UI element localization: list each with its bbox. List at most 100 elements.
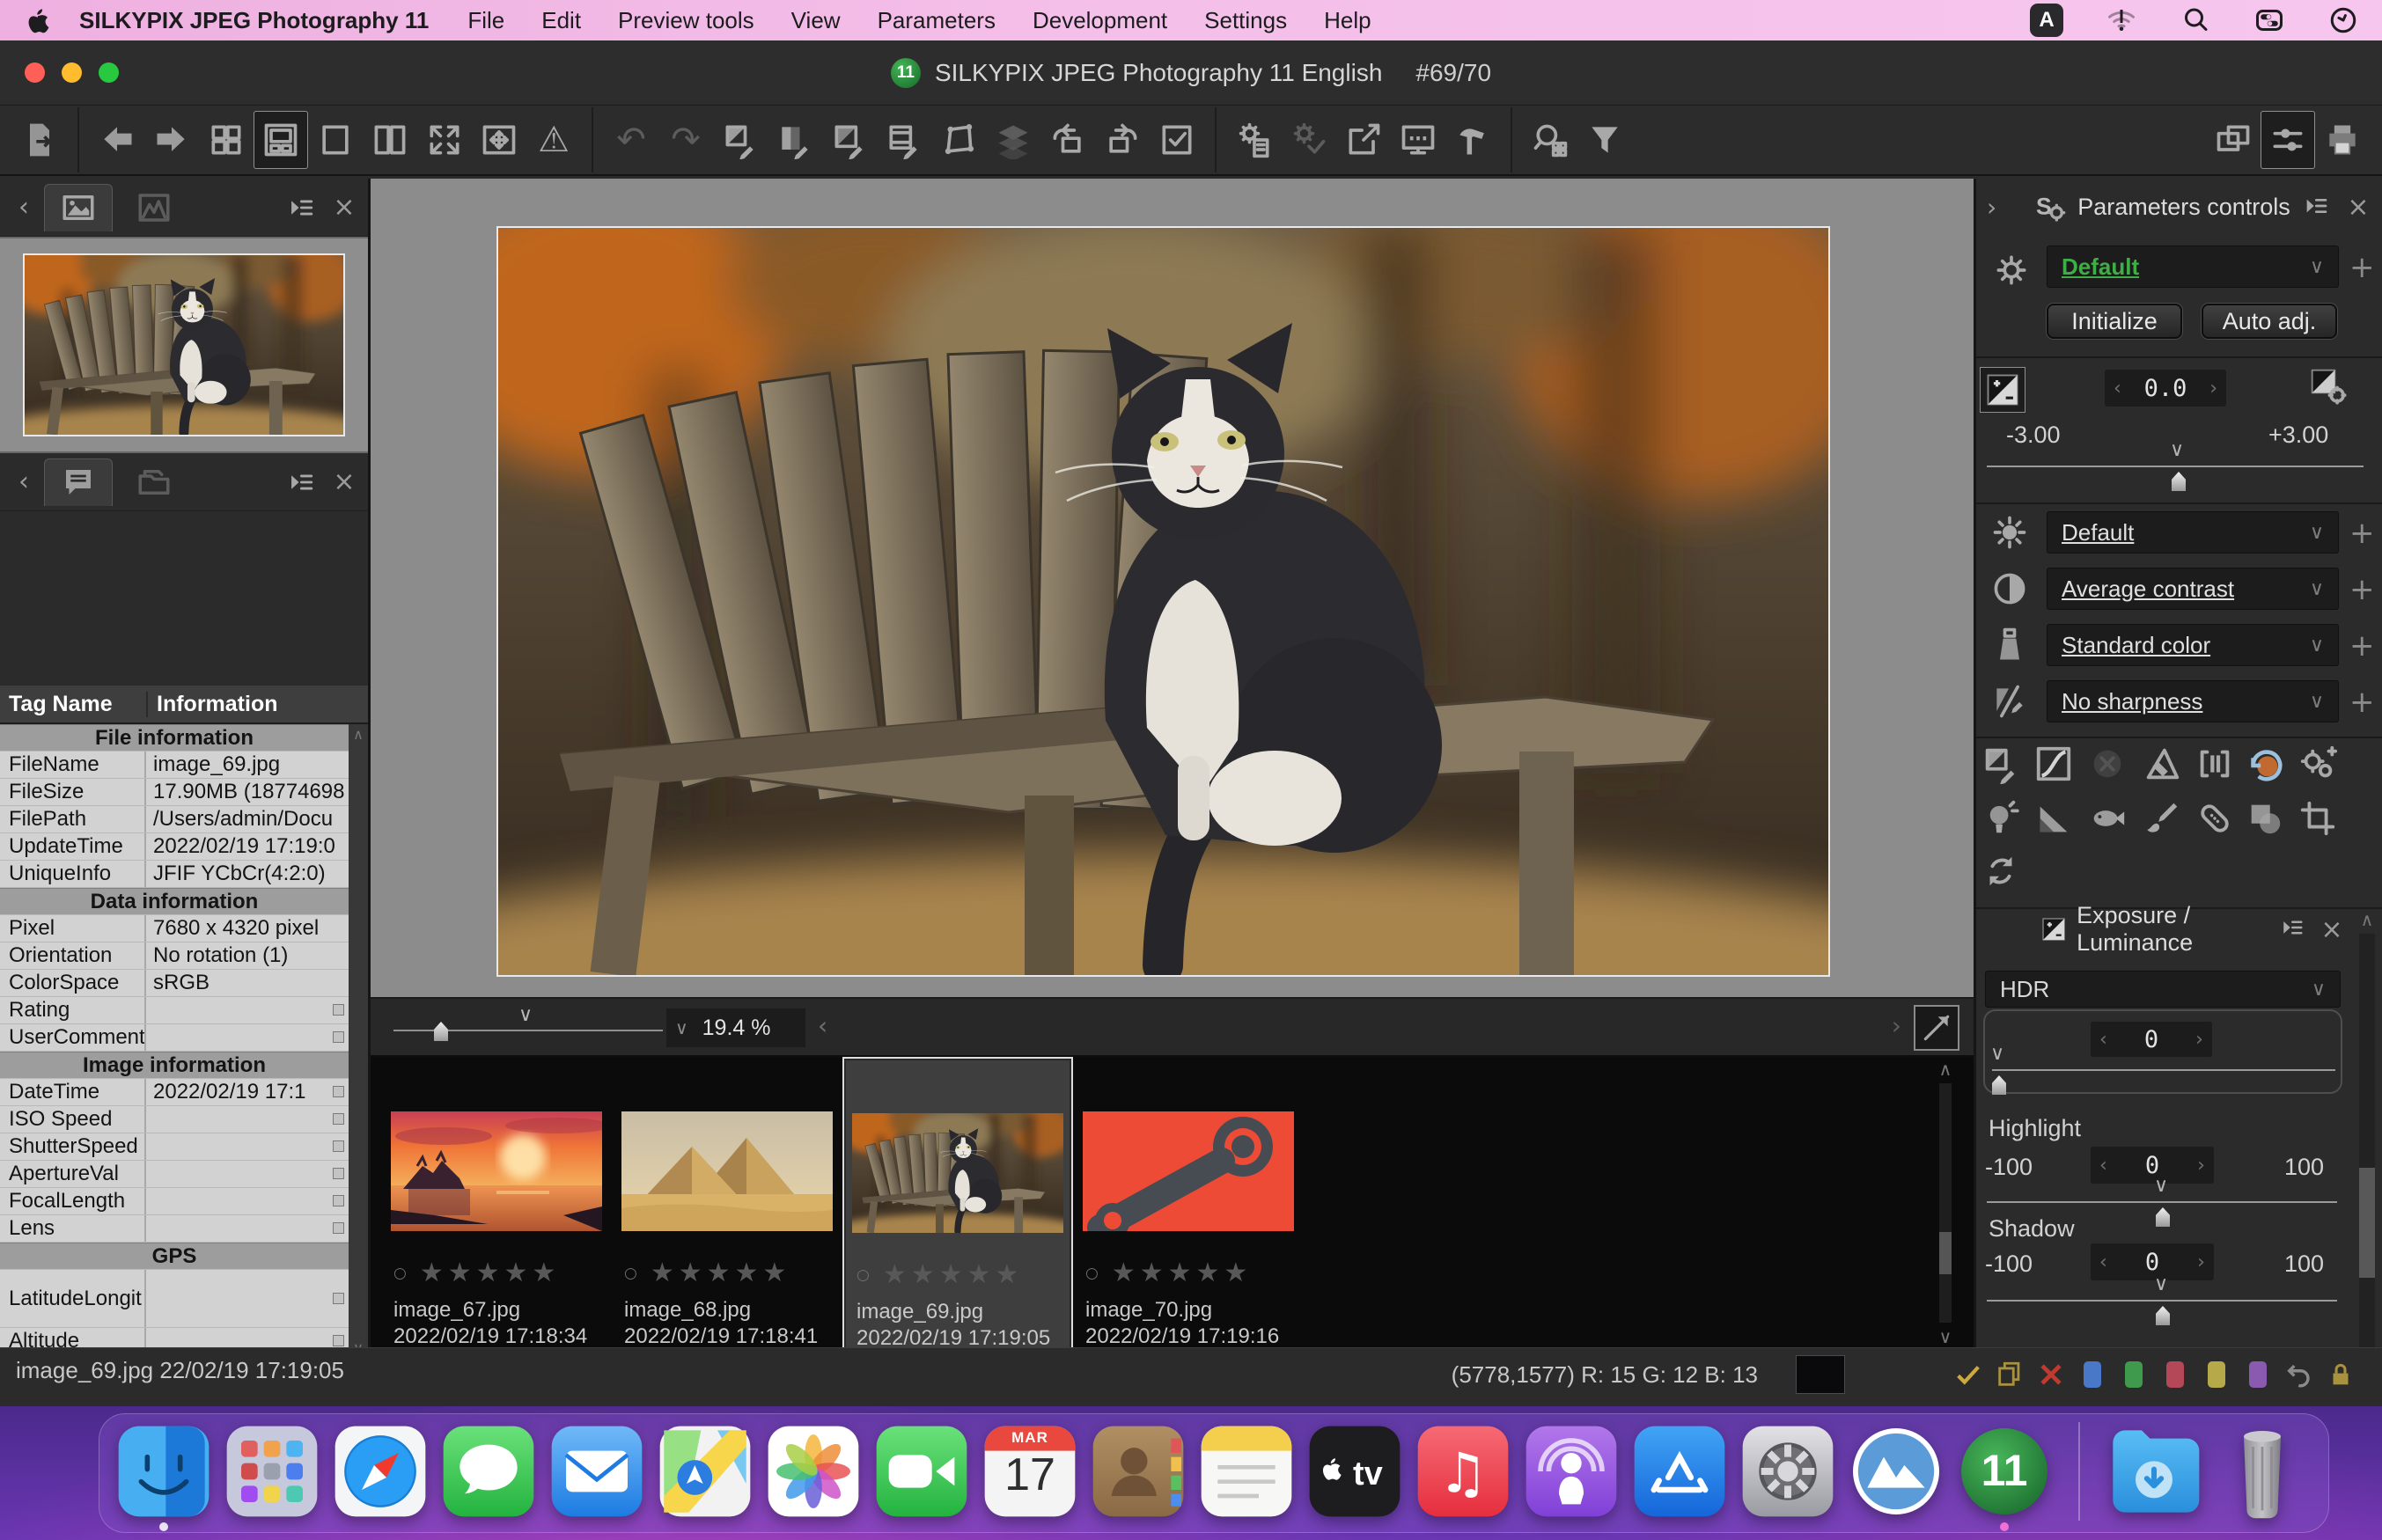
dock-contacts-icon[interactable]: [1089, 1422, 1187, 1521]
table-row[interactable]: OrientationNo rotation (1): [0, 942, 349, 970]
filmstrip-scrollbar[interactable]: ∧∨: [1930, 1059, 1961, 1347]
exposure-slider-handle[interactable]: [2172, 472, 2186, 491]
edit-cell-button[interactable]: [333, 1168, 344, 1179]
rating-stars[interactable]: ○★★★★★: [624, 1258, 842, 1288]
color-icon[interactable]: [1990, 626, 2029, 664]
zoom-value-dropdown[interactable]: ∨ 19.4 %: [666, 1008, 805, 1047]
whitebalance-icon[interactable]: [1990, 513, 2029, 552]
dock-notes-icon[interactable]: [1197, 1422, 1296, 1521]
menu-help[interactable]: Help: [1324, 7, 1371, 34]
dock-photos-icon[interactable]: [764, 1422, 863, 1521]
fit-view-button[interactable]: [472, 111, 526, 169]
exposure-stepper[interactable]: ‹0.0›: [2105, 370, 2226, 407]
tools-button[interactable]: [1445, 111, 1500, 169]
display-settings-button[interactable]: [1391, 111, 1445, 169]
whitebalance-dropdown[interactable]: Default∨: [2047, 511, 2339, 554]
crop-icon[interactable]: [2297, 798, 2338, 839]
table-row[interactable]: DateTime2022/02/19 17:1: [0, 1079, 349, 1106]
taste-dropdown[interactable]: Default∨: [2047, 246, 2339, 288]
apple-menu-icon[interactable]: [23, 5, 53, 35]
edit-cell-button[interactable]: [333, 1031, 344, 1043]
highlight-stepper[interactable]: ‹0›: [2091, 1147, 2214, 1184]
rating-stars[interactable]: ○★★★★★: [856, 1259, 1071, 1290]
hdr-stepper[interactable]: ‹0›: [2091, 1022, 2212, 1057]
edit-cell-button[interactable]: [333, 1222, 344, 1234]
retouch-icon[interactable]: [2195, 798, 2235, 839]
share-button[interactable]: [1336, 111, 1391, 169]
mark-undo-icon[interactable]: [2284, 1360, 2314, 1390]
menubar-app-name[interactable]: SILKYPIX JPEG Photography 11: [79, 7, 429, 34]
dock-downloads-icon[interactable]: [2105, 1422, 2203, 1521]
table-vertical-scrollbar[interactable]: ∧∨: [349, 724, 368, 1358]
zoom-slider-handle[interactable]: [434, 1022, 448, 1041]
ev-auto-icon[interactable]: [2309, 367, 2348, 406]
rotate-left-button[interactable]: [1040, 111, 1095, 169]
color-dropdown[interactable]: Standard color∨: [2047, 624, 2339, 666]
menu-parameters[interactable]: Parameters: [878, 7, 996, 34]
contrast-icon[interactable]: [1990, 569, 2029, 608]
mark-check-button[interactable]: [1150, 111, 1204, 169]
next-image-button[interactable]: [144, 111, 199, 169]
taste-gear-icon[interactable]: [1992, 251, 2031, 290]
close-panel-icon[interactable]: ×: [2345, 192, 2371, 222]
add-whitebalance-icon[interactable]: +: [2349, 518, 2375, 548]
previous-image-button[interactable]: [90, 111, 144, 169]
undo-button[interactable]: ↶: [604, 111, 658, 169]
edit-cell-button[interactable]: [333, 1113, 344, 1125]
mark-reject-icon[interactable]: [2036, 1360, 2066, 1390]
rating-stars[interactable]: ○★★★★★: [1085, 1258, 1304, 1288]
dock-maps-icon[interactable]: [656, 1422, 754, 1521]
table-row[interactable]: Lens: [0, 1215, 349, 1243]
redo-button[interactable]: ↷: [658, 111, 713, 169]
shadow-slider[interactable]: ∨: [1987, 1300, 2337, 1302]
add-color-icon[interactable]: +: [2349, 631, 2375, 661]
preview-area[interactable]: [371, 179, 1974, 997]
shadow-stepper[interactable]: ‹0›: [2091, 1243, 2214, 1280]
mark-purple-icon[interactable]: [2249, 1361, 2267, 1388]
brush-icon[interactable]: [2142, 798, 2182, 839]
panel-scrollbar[interactable]: ∧∨: [2356, 909, 2378, 1384]
dock-silkypix11-icon[interactable]: 11: [1955, 1422, 2054, 1521]
panel-menu-icon[interactable]: [283, 193, 317, 223]
exposure-tool-button[interactable]: [713, 111, 768, 169]
dock-trash-icon[interactable]: [2213, 1422, 2312, 1521]
table-row[interactable]: FocalLength: [0, 1188, 349, 1215]
highlight-slider-handle[interactable]: [2156, 1207, 2170, 1227]
layers-button[interactable]: [986, 111, 1040, 169]
search-button[interactable]: [1523, 111, 1577, 169]
mark-yellow-icon[interactable]: [2208, 1361, 2225, 1388]
thumbnail-image[interactable]: [391, 1111, 602, 1231]
table-row[interactable]: Rating: [0, 997, 349, 1024]
reset-parameters-icon[interactable]: [1981, 851, 2021, 891]
dock-messages-icon[interactable]: [439, 1422, 538, 1521]
thumbnail-image[interactable]: [852, 1113, 1063, 1233]
fullscreen-button[interactable]: [417, 111, 472, 169]
restore-icon[interactable]: [2245, 744, 2285, 784]
panel-menu-icon[interactable]: [2276, 914, 2306, 941]
table-row[interactable]: LatitudeLongit: [0, 1270, 349, 1328]
panel-menu-icon[interactable]: [283, 467, 317, 497]
menu-settings[interactable]: Settings: [1204, 7, 1287, 34]
wifi-off-icon[interactable]: [2106, 4, 2137, 36]
edit-cell-button[interactable]: [333, 1335, 344, 1346]
zoom-slider[interactable]: [393, 1030, 663, 1031]
highlight-slider[interactable]: ∨: [1987, 1201, 2337, 1203]
edit-cell-button[interactable]: [333, 1004, 344, 1016]
whitebalance-tool-button[interactable]: [768, 111, 822, 169]
perspective-tool-button[interactable]: [931, 111, 986, 169]
table-row[interactable]: UserComment: [0, 1024, 349, 1052]
fine-color-icon[interactable]: [2142, 744, 2182, 784]
menu-view[interactable]: View: [791, 7, 841, 34]
spotlight-search-icon[interactable]: [2180, 4, 2211, 36]
table-row[interactable]: Pixel7680 x 4320 pixel: [0, 915, 349, 942]
menu-development[interactable]: Development: [1033, 7, 1167, 34]
exposure-bias-button[interactable]: [1980, 367, 2025, 413]
filmstrip-item[interactable]: ○★★★★★image_69.jpg2022/02/19 17:19:05: [842, 1057, 1073, 1388]
mark-blue-icon[interactable]: [2084, 1361, 2101, 1388]
panels-layout-button[interactable]: [2206, 111, 2261, 169]
tab-thumbnail-preview[interactable]: [44, 184, 113, 231]
print-button[interactable]: [2315, 111, 2370, 169]
filmstrip-item[interactable]: ○★★★★★image_68.jpg2022/02/19 17:18:41: [612, 1057, 842, 1388]
mark-check-icon[interactable]: [1953, 1360, 1983, 1390]
thumbnail-image[interactable]: [621, 1111, 833, 1231]
